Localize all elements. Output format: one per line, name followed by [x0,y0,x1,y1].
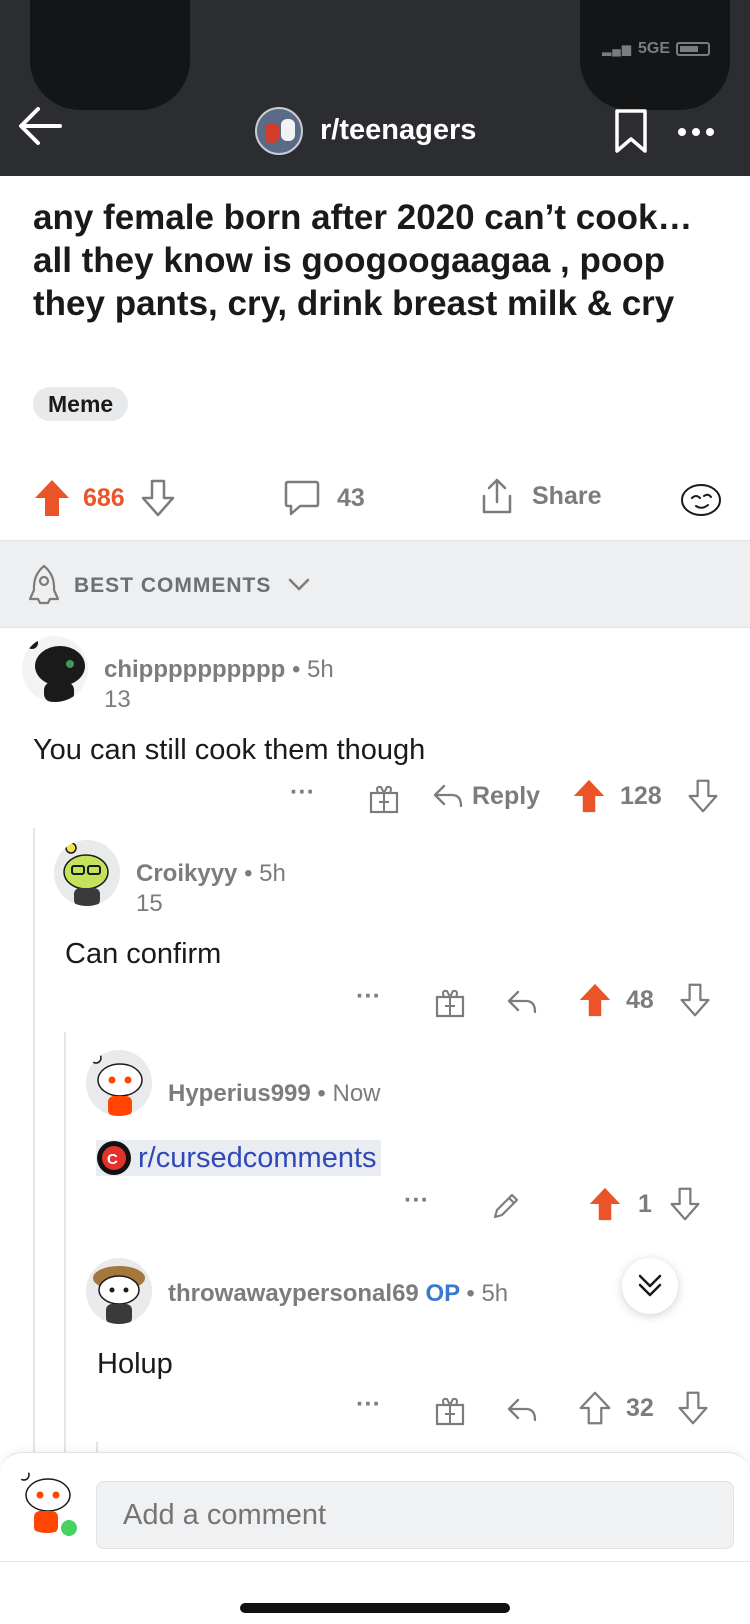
status-bar-redaction [30,0,190,110]
svg-text:C: C [107,1151,118,1168]
comment-action-bar: ··· 32 [0,1390,750,1430]
thread-line[interactable] [33,828,35,1452]
subreddit-link-text[interactable]: r/cursedcomments [138,1142,377,1175]
divider [0,1561,750,1562]
subreddit-link[interactable]: C r/cursedcomments [96,1140,381,1176]
comment-karma: 13 [104,686,131,713]
status-bar-indicators: ▂▄▆ 5GE [602,40,710,58]
edit-pencil-icon[interactable] [490,1190,522,1222]
next-comment-button[interactable] [622,1258,678,1314]
downvote-icon[interactable] [678,982,712,1018]
post-flair[interactable]: Meme [33,387,129,421]
username-text[interactable]: Hyperius999 [168,1080,311,1107]
reply-button[interactable]: Reply [432,780,540,812]
gift-icon[interactable] [434,1394,466,1426]
post-comments-button[interactable]: 43 [283,478,365,518]
meta-separator: • [291,656,301,683]
comment-bubble-icon [284,480,320,516]
downvote-icon[interactable] [668,1186,702,1222]
comment-action-bar: ··· 48 [0,982,750,1022]
reply-icon[interactable] [506,986,538,1018]
op-badge: OP [425,1280,460,1307]
upvote-icon[interactable] [578,982,612,1018]
comment-username[interactable]: Hyperius999 • Now [168,1080,381,1108]
comment-body: Can confirm [65,938,222,970]
comment-more-button[interactable]: ··· [356,982,381,1011]
downvote-icon[interactable] [676,1390,710,1426]
user-avatar[interactable] [86,1258,152,1324]
thread-line[interactable] [64,1032,66,1452]
post-comment-count: 43 [337,483,365,512]
rocket-icon [28,564,60,605]
home-indicator[interactable] [240,1603,510,1613]
post-title: any female born after 2020 can’t cook… a… [33,198,693,323]
comment-username[interactable]: chipppppppppp • 5h [104,656,334,684]
battery-icon [676,42,710,56]
comment-vote-count: 32 [626,1394,654,1422]
comment-username[interactable]: throwawaypersonal69 OP • 5h [168,1280,508,1308]
username-text[interactable]: chipppppppppp [104,656,285,683]
comment-action-bar: ··· Reply 128 [0,778,750,818]
comment-vote-count: 1 [638,1190,652,1218]
award-icon[interactable] [680,482,722,518]
network-label: 5GE [637,40,670,57]
reply-icon[interactable] [506,1394,538,1426]
comment-more-button[interactable]: ··· [356,1390,381,1419]
chevron-down-icon [288,578,310,591]
comment-more-button[interactable]: ··· [290,778,315,807]
meta-separator: • [317,1080,326,1107]
post-share-button[interactable]: Share [478,476,601,516]
upvote-icon[interactable] [578,1390,612,1426]
online-status-dot [58,1517,80,1539]
user-avatar[interactable] [54,840,120,906]
cursedcomments-logo-icon: C [97,1141,131,1175]
comment-time: 5h [481,1280,509,1307]
gift-icon[interactable] [434,986,466,1018]
bookmark-icon[interactable] [614,108,648,154]
double-chevron-down-icon [638,1274,662,1297]
comment-vote-count: 48 [626,986,654,1014]
comment-time: 5h [259,860,286,887]
comment-body: Holup [97,1348,173,1380]
add-comment-input[interactable] [96,1481,734,1549]
post-vote-group: 686 [33,478,177,518]
username-text[interactable]: Croikyyy [136,860,237,887]
more-options-icon[interactable] [676,117,716,147]
comment-time: 5h [307,656,334,683]
upvote-icon[interactable] [572,778,606,814]
share-label: Share [532,481,602,510]
downvote-icon[interactable] [686,778,720,814]
comment-time: Now [332,1080,381,1107]
sort-label: BEST COMMENTS [74,574,272,597]
comment-body: You can still cook them though [33,734,426,766]
signal-icon: ▂▄▆ [602,42,632,56]
comment-more-button[interactable]: ··· [404,1186,429,1215]
upvote-icon[interactable] [33,478,71,518]
post-action-bar: 686 43 Share [0,470,750,530]
post-vote-count: 686 [83,483,125,512]
user-avatar[interactable] [86,1050,152,1116]
reply-label: Reply [472,781,541,810]
comment-vote-count: 128 [620,782,662,810]
username-text[interactable]: throwawaypersonal69 [168,1280,419,1307]
meta-separator: • [244,860,253,887]
back-arrow-icon[interactable] [16,104,64,148]
top-app-bar: ▂▄▆ 5GE r/teenagers [0,0,750,176]
gift-icon[interactable] [368,782,400,814]
thread-line[interactable] [96,1442,98,1452]
comment-karma: 15 [136,890,163,917]
comment-sort-bar[interactable]: BEST COMMENTS [0,540,750,628]
upvote-icon[interactable] [588,1186,622,1222]
user-avatar[interactable] [22,636,88,702]
meta-separator: • [466,1280,475,1307]
subreddit-avatar[interactable] [255,107,303,155]
downvote-icon[interactable] [139,478,177,518]
comment-username[interactable]: Croikyyy • 5h [136,860,286,888]
reply-icon [433,784,463,808]
share-icon [482,478,512,514]
comment-action-bar: ··· 1 [0,1186,750,1226]
subreddit-name[interactable]: r/teenagers [320,114,476,147]
comment-composer-bar [0,1452,750,1624]
